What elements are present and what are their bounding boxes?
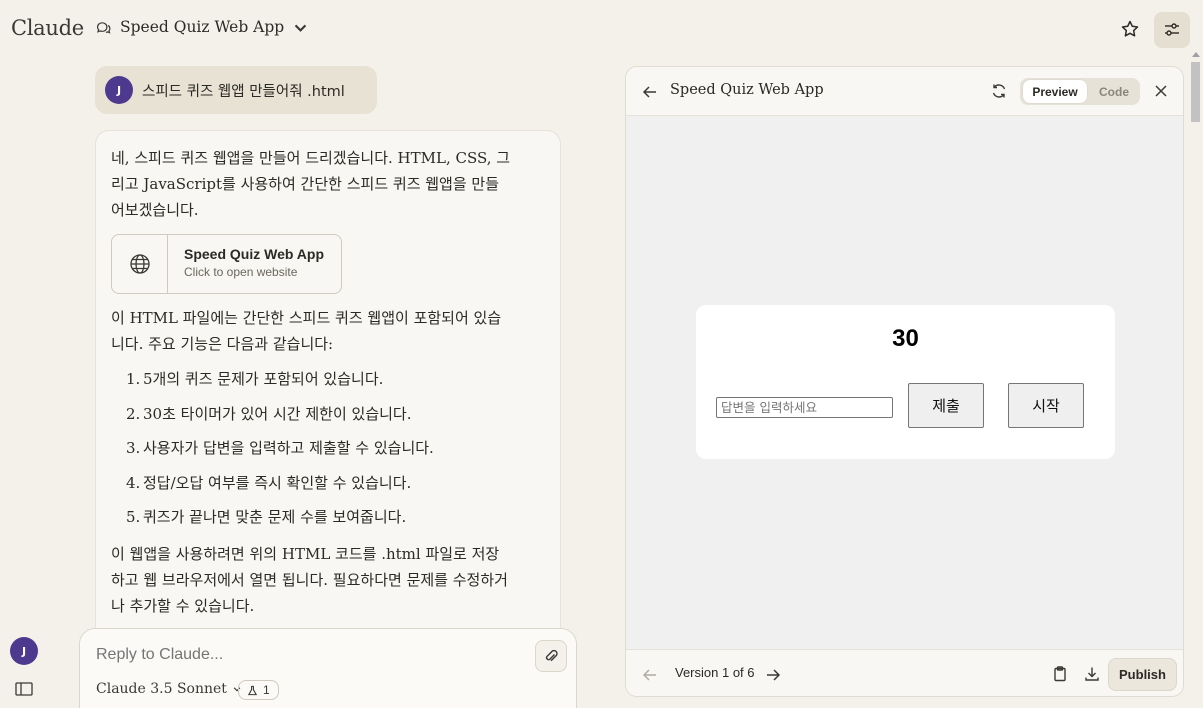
reply-input[interactable] [96,646,516,664]
tab-code[interactable]: Code [1090,80,1138,103]
scrollbar[interactable] [1188,50,1203,708]
version-label: Version 1 of 6 [675,665,755,680]
sidebar-avatar[interactable]: J [10,637,38,665]
sliders-icon [1165,23,1179,36]
list-item: 5. 퀴즈가 끝나면 맞춘 문제 수를 보여줍니다. [126,508,407,526]
assistant-outro: 이 웹앱을 사용하려면 위의 HTML 코드를 .html 파일로 저장하고 웹… [111,544,508,615]
model-selector[interactable]: Claude 3.5 Sonnet [96,681,242,697]
attach-button[interactable] [535,640,567,672]
artifact-icon-box [112,235,168,293]
refresh-icon[interactable] [990,82,1008,100]
badge-count: 1 [263,683,270,697]
scrollbar-thumb[interactable] [1191,62,1200,122]
prev-version-icon[interactable] [641,666,659,684]
brand-logo[interactable]: Claude [11,16,84,40]
artifact-title: Speed Quiz Web App [184,246,325,262]
clipboard-icon[interactable] [1051,665,1069,683]
chevron-down-icon [294,24,307,32]
artifact-panel: Speed Quiz Web App Preview Code 30 제출 시작… [625,66,1184,697]
answer-input[interactable] [716,397,893,418]
quiz-timer: 30 [892,325,919,352]
chat-bubbles-icon [96,21,111,34]
chat-title-text: Speed Quiz Web App [120,18,285,36]
view-toggle: Preview Code [1020,78,1140,105]
assistant-message: 네, 스피드 퀴즈 웹앱을 만들어 드리겠습니다. HTML, CSS, 그리고… [95,130,561,650]
avatar: J [105,76,133,104]
artifact-subtitle: Click to open website [184,265,298,279]
close-icon[interactable] [1154,84,1168,98]
features-list: 1. 5개의 퀴즈 문제가 포함되어 있습니다. 2. 30초 타이머가 있어 시간… [126,362,545,535]
user-message: J 스피드 퀴즈 웹앱 만들어줘 .html [95,66,377,114]
composer: Claude 3.5 Sonnet 1 [79,628,577,708]
list-item: 1. 5개의 퀴즈 문제가 포함되어 있습니다. [126,370,384,388]
start-button[interactable]: 시작 [1008,383,1084,428]
top-bar: Claude Speed Quiz Web App [0,0,1203,60]
settings-button[interactable] [1154,12,1190,48]
quiz-card: 30 제출 시작 [696,305,1115,459]
list-item: 4. 정답/오답 여부를 즉시 확인할 수 있습니다. [126,473,412,492]
features-intro: 이 HTML 파일에는 간단한 스피드 퀴즈 웹앱이 포함되어 있습니다. 주요… [111,309,502,353]
publish-button[interactable]: Publish [1108,658,1177,691]
sidebar-toggle-icon[interactable] [15,681,33,697]
list-item: 2. 30초 타이머가 있어 시간 제한이 있습니다. [126,404,412,423]
paperclip-icon [545,649,558,662]
back-arrow-icon[interactable] [641,83,659,101]
flask-icon [247,685,258,695]
panel-title: Speed Quiz Web App [670,82,824,98]
download-icon[interactable] [1083,665,1101,683]
flask-badge[interactable]: 1 [238,680,279,700]
star-icon [1121,20,1139,37]
model-name: Claude 3.5 Sonnet [96,681,227,697]
next-version-icon[interactable] [764,666,782,684]
chat-title-dropdown[interactable]: Speed Quiz Web App [95,18,309,36]
tab-preview[interactable]: Preview [1023,80,1087,103]
globe-icon [129,254,150,274]
assistant-intro: 네, 스피드 퀴즈 웹앱을 만들어 드리겠습니다. HTML, CSS, 그리고… [111,149,511,219]
submit-button[interactable]: 제출 [908,383,984,428]
user-message-text: 스피드 퀴즈 웹앱 만들어줘 .html [142,83,345,100]
list-item: 3. 사용자가 답변을 입력하고 제출할 수 있습니다. [126,439,434,457]
panel-footer: Version 1 of 6 Publish [626,649,1183,696]
scroll-up-arrow-icon[interactable] [1192,52,1200,57]
panel-header: Speed Quiz Web App Preview Code [626,67,1183,116]
star-button[interactable] [1114,13,1146,45]
artifact-card[interactable]: Speed Quiz Web App Click to open website [111,234,342,294]
